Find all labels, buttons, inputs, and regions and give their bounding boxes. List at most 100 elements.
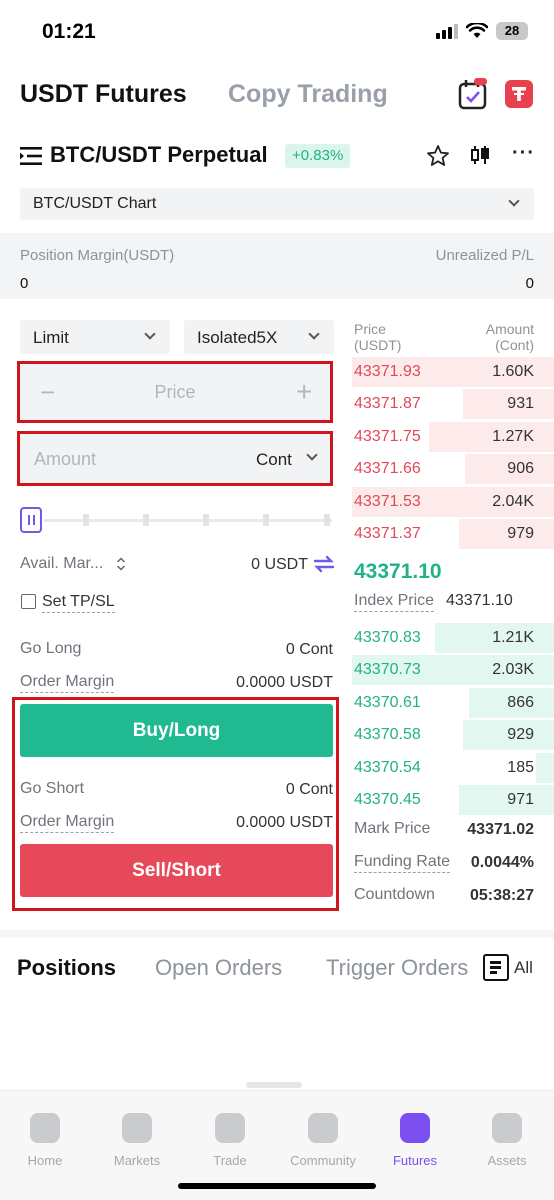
tab-copy-trading[interactable]: Copy Trading	[228, 80, 388, 109]
ask-row[interactable]: 43371.75 1.27K	[352, 421, 554, 453]
last-price[interactable]: 43371.10	[354, 560, 442, 584]
bid-row[interactable]: 43370.45 971	[352, 784, 554, 816]
funding-rate-value: 0.0044%	[470, 854, 534, 871]
highlight-price-box	[17, 361, 333, 423]
bid-price: 43370.83	[354, 629, 421, 646]
tabbar-label: Trade	[213, 1153, 247, 1168]
slider-stop[interactable]	[203, 514, 209, 526]
all-filter[interactable]: All	[514, 958, 533, 978]
orderbook-amount-header: Amount (Cont)	[486, 321, 534, 353]
tabbar-item-futures[interactable]: Futures	[375, 1113, 455, 1168]
amount-slider[interactable]	[20, 507, 332, 533]
pair-row: BTC/USDT Perpetual +0.83% ···	[0, 138, 554, 176]
bid-price: 43370.58	[354, 726, 421, 744]
index-price-value: 43371.10	[446, 592, 513, 609]
tab-open-orders[interactable]: Open Orders	[155, 955, 282, 981]
bid-row[interactable]: 43370.61 866	[352, 687, 554, 719]
tabbar-item-home[interactable]: Home	[5, 1113, 85, 1168]
tpsl-checkbox[interactable]	[21, 594, 36, 609]
ask-amount: 1.27K	[492, 427, 534, 445]
status-icons: 28	[436, 22, 528, 40]
tabbar-item-trade[interactable]: Trade	[190, 1113, 270, 1168]
ask-row[interactable]: 43371.93 1.60K	[352, 356, 554, 388]
order-history-icon[interactable]	[483, 954, 509, 981]
tabbar-label: Futures	[392, 1153, 438, 1168]
bid-row[interactable]: 43370.83 1.21K	[352, 622, 554, 654]
more-options-icon[interactable]: ···	[512, 142, 535, 165]
margin-mode-select[interactable]: Isolated5X	[184, 320, 334, 354]
avail-margin-label: Avail. Mar...	[20, 555, 104, 572]
transfer-swap-icon[interactable]	[313, 554, 335, 574]
order-type-value: Limit	[33, 328, 69, 347]
calendar-event-icon[interactable]	[458, 78, 488, 110]
bid-row[interactable]: 43370.54 185	[352, 752, 554, 784]
slider-stop[interactable]	[83, 514, 89, 526]
position-margin-label: Position Margin(USDT)	[20, 247, 175, 264]
set-tpsl-label[interactable]: Set TP/SL	[42, 593, 115, 613]
pair-change-badge: +0.83%	[285, 144, 351, 168]
ask-amount: 931	[507, 395, 534, 413]
bid-amount: 866	[507, 693, 534, 711]
ask-price: 43371.66	[354, 460, 421, 478]
order-margin-long-label: Order Margin	[20, 673, 115, 693]
position-summary: Position Margin(USDT) Unrealized P/L 0 0	[0, 233, 554, 299]
battery-level: 28	[504, 23, 520, 38]
assets-icon	[492, 1113, 522, 1143]
pair-list-menu-icon[interactable]	[20, 145, 42, 167]
section-divider	[0, 930, 554, 938]
tether-logo-icon[interactable]	[505, 80, 533, 108]
highlight-amount-box	[17, 431, 333, 486]
chevron-down-icon	[144, 328, 156, 340]
orderbook-price-header: Price (USDT)	[354, 321, 401, 353]
go-long-label: Go Long	[20, 640, 82, 657]
tabbar-item-assets[interactable]: Assets	[467, 1113, 547, 1168]
orderbook-amount-header-line2: (Cont)	[495, 337, 534, 353]
ask-price: 43371.87	[354, 395, 421, 413]
index-price-label[interactable]: Index Price	[354, 592, 435, 612]
ask-price: 43371.37	[354, 525, 421, 542]
depth-bar	[536, 752, 554, 783]
ask-amount: 2.04K	[492, 492, 534, 510]
status-bar: 01:21 28	[0, 0, 554, 62]
sort-updown-icon[interactable]	[116, 557, 126, 571]
top-header: USDT Futures Copy Trading	[0, 72, 554, 120]
bid-price: 43370.73	[354, 661, 421, 679]
countdown-label: Countdown	[354, 886, 435, 903]
bid-amount: 971	[507, 791, 534, 808]
tab-positions[interactable]: Positions	[17, 955, 116, 981]
margin-mode-value: Isolated5X	[197, 328, 278, 347]
slider-handle[interactable]	[20, 507, 42, 533]
bid-row[interactable]: 43370.58 929	[352, 719, 554, 751]
tab-usdt-futures[interactable]: USDT Futures	[20, 80, 187, 109]
go-long-value: 0 Cont	[285, 641, 333, 658]
tabbar-label: Markets	[113, 1153, 161, 1168]
bid-amount: 1.21K	[492, 629, 534, 646]
tab-trigger-orders[interactable]: Trigger Orders	[326, 955, 468, 981]
order-type-select[interactable]: Limit	[20, 320, 170, 354]
tabbar-item-markets[interactable]: Markets	[97, 1113, 177, 1168]
home-indicator	[178, 1183, 376, 1189]
ask-row[interactable]: 43371.66 906	[352, 453, 554, 485]
funding-rate-label[interactable]: Funding Rate	[354, 853, 451, 873]
ask-row[interactable]: 43371.37 979	[352, 518, 554, 550]
slider-stop[interactable]	[143, 514, 149, 526]
bid-price: 43370.61	[354, 693, 421, 711]
slider-stop[interactable]	[263, 514, 269, 526]
ask-row[interactable]: 43371.53 2.04K	[352, 486, 554, 518]
slider-stop[interactable]	[324, 514, 330, 526]
bid-row[interactable]: 43370.73 2.03K	[352, 654, 554, 686]
chart-toggle-dropdown[interactable]: BTC/USDT Chart	[20, 188, 534, 220]
favorite-star-icon[interactable]	[426, 144, 450, 168]
bid-price: 43370.54	[354, 758, 421, 776]
bid-amount: 2.03K	[492, 661, 534, 679]
trade-icon	[215, 1113, 245, 1143]
tabbar-item-community[interactable]: Community	[283, 1113, 363, 1168]
candlestick-chart-icon[interactable]	[469, 144, 491, 166]
pair-name[interactable]: BTC/USDT Perpetual	[50, 142, 268, 168]
ask-row[interactable]: 43371.87 931	[352, 388, 554, 420]
status-time: 01:21	[42, 20, 96, 43]
orderbook-price-header-line1: Price	[354, 321, 386, 337]
community-icon	[308, 1113, 338, 1143]
ask-price: 43371.53	[354, 492, 421, 510]
drawer-handle[interactable]	[246, 1082, 302, 1088]
